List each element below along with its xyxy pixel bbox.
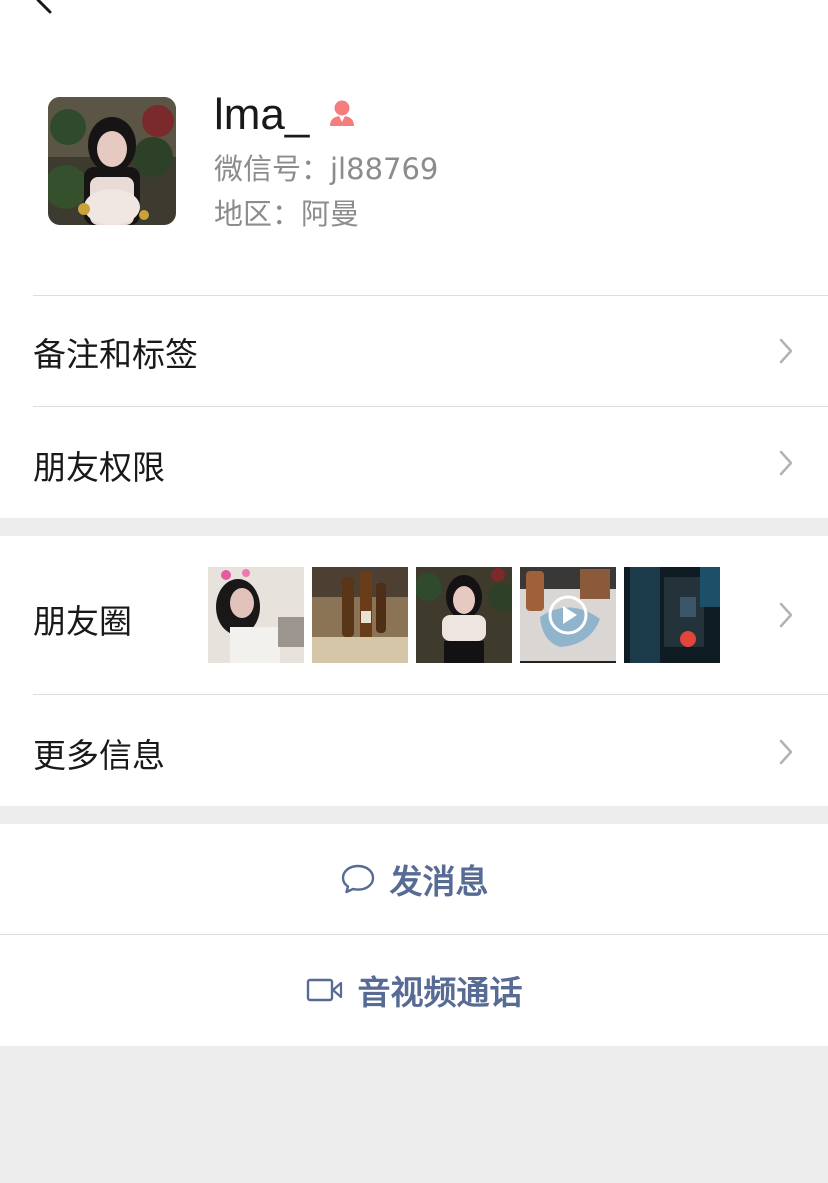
friend-permissions-row[interactable]: 朋友权限 (0, 407, 828, 518)
video-call-label: 音视频通话 (357, 973, 523, 1012)
profile-header: lma_ 微信号：jl88769 地区：阿曼 备注和标签 朋友权限 (0, 0, 828, 518)
play-icon (548, 595, 588, 635)
moments-thumbnail[interactable] (312, 567, 408, 663)
region: 地区：阿曼 (214, 197, 360, 231)
moments-video-thumbnail[interactable] (520, 567, 616, 663)
chat-bubble-icon (341, 864, 374, 894)
female-icon (330, 100, 354, 126)
remarks-tags-row[interactable]: 备注和标签 (0, 296, 828, 406)
moments-thumbnail[interactable] (624, 567, 720, 663)
chevron-right-icon (779, 602, 793, 628)
back-icon[interactable] (30, 0, 60, 16)
remarks-tags-label: 备注和标签 (33, 335, 198, 374)
chevron-right-icon (779, 338, 793, 364)
actions-section: 发消息 音视频通话 (0, 824, 828, 1046)
friend-permissions-label: 朋友权限 (33, 448, 165, 487)
moments-label: 朋友圈 (33, 602, 132, 641)
chevron-right-icon (779, 450, 793, 476)
moments-section: 朋友圈 更多信息 (0, 536, 828, 806)
wechat-id: 微信号：jl88769 (214, 152, 439, 186)
moments-row[interactable]: 朋友圈 (0, 536, 828, 694)
chevron-right-icon (779, 739, 793, 765)
avatar[interactable] (48, 97, 176, 225)
video-call-button[interactable]: 音视频通话 (0, 935, 828, 1045)
more-info-row[interactable]: 更多信息 (0, 695, 828, 806)
video-camera-icon (306, 978, 342, 1002)
moments-thumbnail[interactable] (416, 567, 512, 663)
more-info-label: 更多信息 (33, 736, 165, 775)
moments-thumbnail[interactable] (208, 567, 304, 663)
send-message-label: 发消息 (389, 862, 489, 901)
contact-name: lma_ (214, 90, 310, 139)
send-message-button[interactable]: 发消息 (0, 824, 828, 934)
